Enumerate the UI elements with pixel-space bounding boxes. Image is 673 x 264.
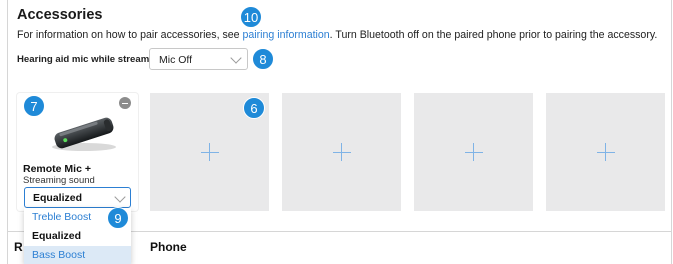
callout-badge-empty-slot: 6 bbox=[243, 97, 265, 119]
option-bass-boost[interactable]: Bass Boost bbox=[24, 246, 131, 264]
callout-badge-sound-select: 9 bbox=[107, 207, 129, 229]
intro-prefix: For information on how to pair accessori… bbox=[17, 29, 243, 41]
section-heading-phone: Phone bbox=[150, 240, 187, 254]
streaming-sound-value: Equalized bbox=[33, 192, 83, 204]
streaming-sound-select[interactable]: Equalized bbox=[24, 187, 131, 208]
empty-accessory-slot-2[interactable] bbox=[282, 93, 401, 211]
option-equalized[interactable]: Equalized bbox=[24, 227, 131, 246]
plus-icon bbox=[200, 143, 219, 161]
mic-streaming-select[interactable]: Mic Off bbox=[149, 48, 248, 70]
plus-icon bbox=[596, 143, 615, 161]
accessory-subtitle: Streaming sound bbox=[23, 175, 95, 186]
intro-suffix: . Turn Bluetooth off on the paired phone… bbox=[329, 29, 658, 41]
section-heading-partial: R bbox=[14, 240, 23, 254]
page-title: Accessories bbox=[17, 7, 103, 23]
callout-badge-pairing-link: 10 bbox=[240, 6, 262, 28]
mic-streaming-label: Hearing aid mic while streaming bbox=[17, 54, 164, 65]
callout-badge-accessory-card: 7 bbox=[23, 95, 45, 117]
empty-accessory-slot-4[interactable] bbox=[546, 93, 665, 211]
chevron-down-icon bbox=[114, 191, 126, 203]
mic-streaming-value: Mic Off bbox=[159, 54, 193, 66]
plus-icon bbox=[332, 143, 351, 161]
remove-icon[interactable] bbox=[119, 97, 131, 109]
chevron-down-icon bbox=[230, 52, 242, 64]
plus-icon bbox=[464, 143, 483, 161]
pairing-information-link[interactable]: pairing information bbox=[243, 29, 330, 41]
callout-badge-mic-select: 8 bbox=[252, 48, 274, 70]
remote-mic-device-image bbox=[52, 117, 116, 151]
accessory-name: Remote Mic + bbox=[23, 163, 91, 175]
intro-text: For information on how to pair accessori… bbox=[17, 29, 657, 41]
empty-accessory-slot-3[interactable] bbox=[414, 93, 533, 211]
